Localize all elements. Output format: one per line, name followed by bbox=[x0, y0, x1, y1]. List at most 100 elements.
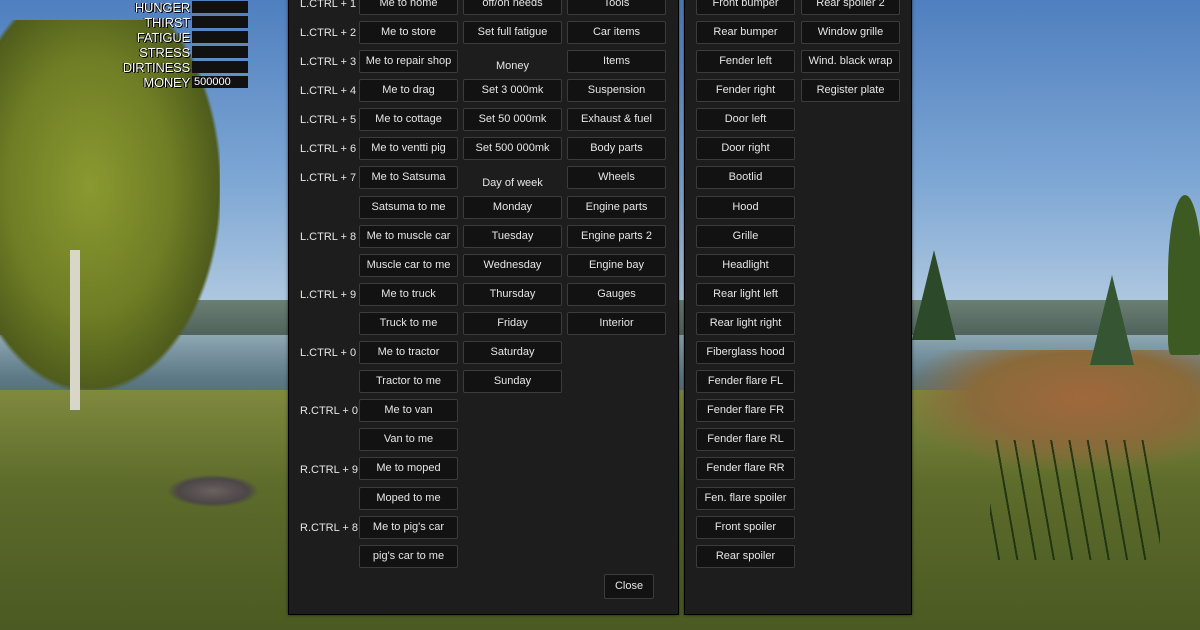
day-section-header: Day of week bbox=[482, 177, 543, 189]
body-part-button[interactable]: Headlight bbox=[696, 254, 795, 277]
cypress-tree bbox=[1168, 195, 1200, 355]
body-part-button[interactable]: Wind. black wrap bbox=[801, 50, 900, 73]
teleport-button[interactable]: Me to drag bbox=[359, 79, 458, 102]
pine-tree bbox=[1090, 275, 1134, 365]
hotkey-label: R.CTRL + 0 bbox=[300, 405, 358, 417]
teleport-button[interactable]: Muscle car to me bbox=[359, 254, 458, 277]
hotkey-label: L.CTRL + 3 bbox=[300, 56, 357, 68]
day-button[interactable]: Monday bbox=[463, 196, 562, 219]
teleport-button[interactable]: Me to tractor bbox=[359, 341, 458, 364]
body-part-button[interactable]: Rear light left bbox=[696, 283, 795, 306]
teleport-button[interactable]: pig's car to me bbox=[359, 545, 458, 568]
body-part-button[interactable]: Fender flare RR bbox=[696, 457, 795, 480]
hotkey-label: L.CTRL + 1 bbox=[300, 0, 357, 10]
body-part-button[interactable]: Fender flare FL bbox=[696, 370, 795, 393]
set-money-button[interactable]: Set 3 000mk bbox=[463, 79, 562, 102]
hunger-bar bbox=[192, 1, 248, 13]
set-fatigue-button[interactable]: Set full fatigue bbox=[463, 21, 562, 44]
category-button[interactable]: Engine parts 2 bbox=[567, 225, 666, 248]
stress-bar bbox=[192, 46, 248, 58]
body-part-button[interactable]: Door left bbox=[696, 108, 795, 131]
body-part-button[interactable]: Register plate bbox=[801, 79, 900, 102]
hotkey-label: L.CTRL + 6 bbox=[300, 143, 357, 155]
body-part-button[interactable]: Fender left bbox=[696, 50, 795, 73]
teleport-button[interactable]: Me to moped bbox=[359, 457, 458, 480]
hotkey-label: L.CTRL + 8 bbox=[300, 231, 357, 243]
day-button[interactable]: Sunday bbox=[463, 370, 562, 393]
category-button[interactable]: Car items bbox=[567, 21, 666, 44]
fatigue-label: FATIGUE bbox=[136, 30, 190, 45]
category-button[interactable]: Suspension bbox=[567, 79, 666, 102]
hunger-label: HUNGER bbox=[134, 0, 190, 15]
teleport-button[interactable]: Me to truck bbox=[359, 283, 458, 306]
teleport-button[interactable]: Me to cottage bbox=[359, 108, 458, 131]
category-button[interactable]: Exhaust & fuel bbox=[567, 108, 666, 131]
body-part-button[interactable]: Rear light right bbox=[696, 312, 795, 335]
category-button[interactable]: Tools bbox=[567, 0, 666, 15]
teleport-button[interactable]: Me to store bbox=[359, 21, 458, 44]
day-button[interactable]: Thursday bbox=[463, 283, 562, 306]
teleport-button[interactable]: Truck to me bbox=[359, 312, 458, 335]
hunger-meter: HUNGER bbox=[100, 0, 250, 15]
day-button[interactable]: Wednesday bbox=[463, 254, 562, 277]
category-button[interactable]: Engine parts bbox=[567, 196, 666, 219]
category-button[interactable]: Interior bbox=[567, 312, 666, 335]
pine-tree bbox=[912, 250, 956, 340]
dirtiness-label: DIRTINESS bbox=[122, 60, 191, 75]
hotkey-label: L.CTRL + 4 bbox=[300, 85, 357, 97]
body-part-button[interactable]: Bootlid bbox=[696, 166, 795, 189]
body-part-button[interactable]: Front spoiler bbox=[696, 516, 795, 539]
body-part-button[interactable]: Grille bbox=[696, 225, 795, 248]
body-part-button[interactable]: Window grille bbox=[801, 21, 900, 44]
close-button[interactable]: Close bbox=[604, 574, 654, 599]
category-button[interactable]: Body parts bbox=[567, 137, 666, 160]
set-money-button[interactable]: Set 50 000mk bbox=[463, 108, 562, 131]
hotkey-label: R.CTRL + 8 bbox=[300, 522, 358, 534]
body-part-button[interactable]: Hood bbox=[696, 196, 795, 219]
teleport-button[interactable]: Me to repair shop bbox=[359, 50, 458, 73]
teleport-button[interactable]: Tractor to me bbox=[359, 370, 458, 393]
teleport-button[interactable]: Van to me bbox=[359, 428, 458, 451]
teleport-button[interactable]: Me to ventti pig bbox=[359, 137, 458, 160]
stress-label: STRESS bbox=[139, 45, 190, 60]
teleport-button[interactable]: Moped to me bbox=[359, 487, 458, 510]
category-button[interactable]: Engine bay bbox=[567, 254, 666, 277]
birch-trunk bbox=[70, 250, 80, 410]
teleport-button[interactable]: Me to pig's car bbox=[359, 516, 458, 539]
bush bbox=[168, 475, 258, 507]
teleport-button[interactable]: Me to home bbox=[359, 0, 458, 15]
day-button[interactable]: Saturday bbox=[463, 341, 562, 364]
day-button[interactable]: Tuesday bbox=[463, 225, 562, 248]
category-button[interactable]: Items bbox=[567, 50, 666, 73]
money-section-header: Money bbox=[495, 60, 530, 72]
toggle-needs-button[interactable]: off/on needs bbox=[463, 0, 562, 15]
hotkey-label: L.CTRL + 5 bbox=[300, 114, 357, 126]
money-label: MONEY bbox=[143, 75, 190, 90]
day-button[interactable]: Friday bbox=[463, 312, 562, 335]
hotkey-label: L.CTRL + 2 bbox=[300, 27, 357, 39]
stress-meter: STRESS bbox=[100, 45, 250, 60]
body-part-button[interactable]: Fender right bbox=[696, 79, 795, 102]
hotkey-label: L.CTRL + 0 bbox=[300, 347, 357, 359]
teleport-button[interactable]: Me to van bbox=[359, 399, 458, 422]
dirtiness-bar bbox=[192, 61, 248, 73]
body-part-button[interactable]: Front bumper bbox=[696, 0, 795, 15]
set-money-button[interactable]: Set 500 000mk bbox=[463, 137, 562, 160]
body-part-button[interactable]: Rear spoiler 2 bbox=[801, 0, 900, 15]
body-part-button[interactable]: Fiberglass hood bbox=[696, 341, 795, 364]
hotkey-label: L.CTRL + 7 bbox=[300, 172, 357, 184]
body-part-button[interactable]: Rear spoiler bbox=[696, 545, 795, 568]
teleport-button[interactable]: Me to Satsuma bbox=[359, 166, 458, 189]
category-button[interactable]: Gauges bbox=[567, 283, 666, 306]
reeds bbox=[990, 440, 1160, 560]
body-part-button[interactable]: Rear bumper bbox=[696, 21, 795, 44]
body-part-button[interactable]: Fender flare RL bbox=[696, 428, 795, 451]
body-part-button[interactable]: Fen. flare spoiler bbox=[696, 487, 795, 510]
teleport-button[interactable]: Satsuma to me bbox=[359, 196, 458, 219]
fatigue-bar bbox=[192, 31, 248, 43]
teleport-button[interactable]: Me to muscle car bbox=[359, 225, 458, 248]
body-part-button[interactable]: Fender flare FR bbox=[696, 399, 795, 422]
thirst-label: THIRST bbox=[144, 15, 190, 30]
category-button[interactable]: Wheels bbox=[567, 166, 666, 189]
body-part-button[interactable]: Door right bbox=[696, 137, 795, 160]
